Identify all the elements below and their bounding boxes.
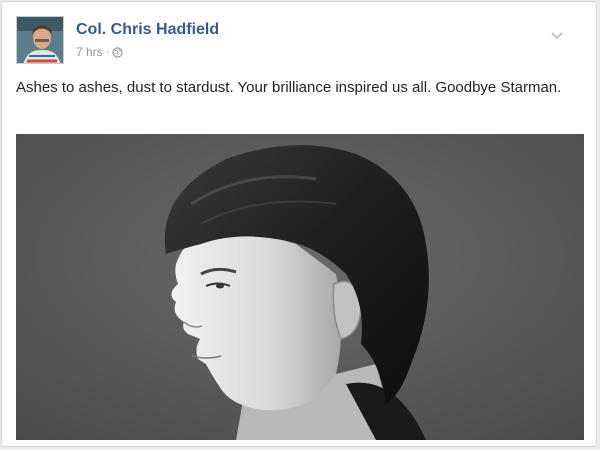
author-avatar[interactable] xyxy=(16,16,64,64)
post-message: Ashes to ashes, dust to stardust. Your b… xyxy=(16,79,562,96)
post-photo[interactable] xyxy=(16,134,584,440)
author-name-link[interactable]: Col. Chris Hadfield xyxy=(76,21,219,39)
avatar-portrait-icon xyxy=(17,17,63,63)
post-timestamp[interactable]: 7 hrs xyxy=(76,45,103,59)
post-header: Col. Chris Hadfield 7 hrs · xyxy=(14,14,574,66)
meta-separator: · xyxy=(105,46,110,58)
feed-post: Col. Chris Hadfield 7 hrs · Ashes to ash… xyxy=(1,1,597,447)
post-meta: 7 hrs · xyxy=(76,45,123,59)
chevron-down-icon[interactable] xyxy=(550,30,564,40)
portrait-photo xyxy=(16,134,584,440)
globe-icon[interactable] xyxy=(112,46,123,58)
